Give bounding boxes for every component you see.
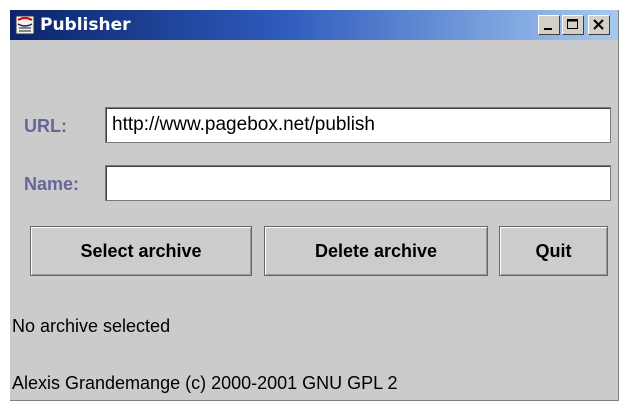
app-icon <box>15 15 35 35</box>
minimize-icon <box>544 28 552 30</box>
publisher-window: Publisher URL: http://www.pagebox.net/pu… <box>10 10 619 401</box>
status-message: No archive selected <box>12 316 171 336</box>
delete-archive-button[interactable]: Delete archive <box>264 226 488 276</box>
maximize-icon <box>567 19 578 29</box>
url-label: URL: <box>24 116 67 136</box>
close-icon <box>593 19 604 30</box>
copyright-text: Alexis Grandemange (c) 2000-2001 GNU GPL… <box>12 373 398 393</box>
quit-button[interactable]: Quit <box>499 226 608 276</box>
name-label: Name: <box>24 174 80 194</box>
minimize-button[interactable] <box>538 15 560 35</box>
select-archive-button[interactable]: Select archive <box>30 226 252 276</box>
title-bar[interactable]: Publisher <box>10 10 618 40</box>
maximize-button[interactable] <box>562 15 584 35</box>
url-field[interactable]: http://www.pagebox.net/publish <box>105 107 611 143</box>
close-button[interactable] <box>588 15 610 35</box>
window-title: Publisher <box>40 15 131 35</box>
name-field[interactable] <box>105 165 611 201</box>
